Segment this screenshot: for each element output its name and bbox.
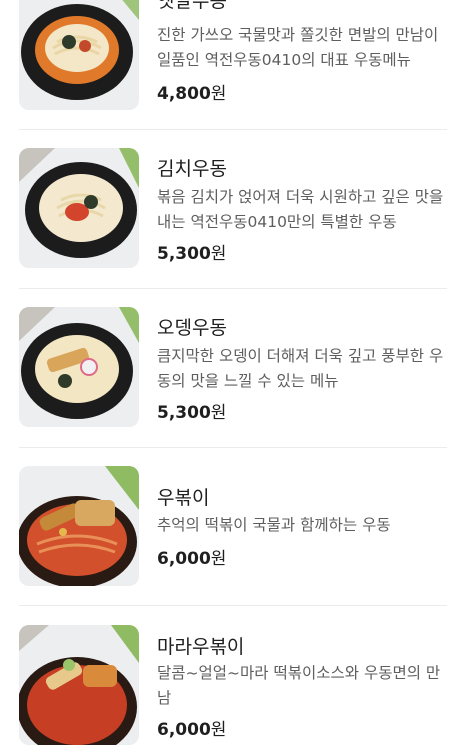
menu-item-price-value: 5,300 <box>157 403 211 423</box>
menu-item-photo[interactable] <box>19 625 139 745</box>
menu-item-price-currency: 원 <box>210 720 227 740</box>
menu-item-name: 우볶이 <box>157 487 210 509</box>
menu-item[interactable]: 옛날우동 진한 가쓰오 국물맛과 쫄깃한 면발의 만남이 일품인 역전우동041… <box>0 0 466 120</box>
menu-item-photo[interactable] <box>19 466 139 586</box>
menu-item-price-value: 6,000 <box>157 720 211 740</box>
divider <box>19 288 447 289</box>
menu-item-description: 큼지막한 오뎅이 더해져 더욱 깊고 풍부한 우동의 맛을 느낄 수 있는 메뉴 <box>157 347 444 390</box>
menu-item-name: 옛날우동 <box>157 0 227 12</box>
menu-item-price-currency: 원 <box>210 84 227 104</box>
menu-item-price: 5,300원 <box>157 398 226 423</box>
menu-item-photo[interactable] <box>19 0 139 110</box>
menu-item-description: 추억의 떡볶이 국물과 함께하는 우동 <box>157 516 391 534</box>
menu-item-price-value: 6,000 <box>157 549 211 569</box>
menu-item-name: 김치우동 <box>157 158 227 180</box>
divider <box>19 129 447 130</box>
menu-item-price-currency: 원 <box>210 244 227 264</box>
menu-item-name: 오뎅우동 <box>157 317 227 339</box>
menu-item[interactable]: 오뎅우동 큼지막한 오뎅이 더해져 더욱 깊고 풍부한 우동의 맛을 느낄 수 … <box>0 307 466 437</box>
menu-item-description: 진한 가쓰오 국물맛과 쫄깃한 면발의 만남이 일품인 역전우동0410의 대표… <box>157 26 439 69</box>
divider <box>19 447 447 448</box>
menu-item[interactable]: 우볶이 추억의 떡볶이 국물과 함께하는 우동 6,000원 <box>0 466 466 596</box>
menu-item-price: 5,300원 <box>157 239 226 264</box>
menu-item-price-value: 5,300 <box>157 244 211 264</box>
menu-item-price: 4,800원 <box>157 79 226 104</box>
menu-item[interactable]: 김치우동 볶음 김치가 얹어져 더욱 시원하고 깊은 맛을 내는 역전우동041… <box>0 148 466 278</box>
menu-item-description: 볶음 김치가 얹어져 더욱 시원하고 깊은 맛을 내는 역전우동0410만의 특… <box>157 188 444 231</box>
menu-item-price-currency: 원 <box>210 549 227 569</box>
menu-item-price-value: 4,800 <box>157 84 211 104</box>
menu-item-name: 마라우볶이 <box>157 636 245 658</box>
menu-item-photo[interactable] <box>19 307 139 427</box>
divider <box>19 605 447 606</box>
menu-item-photo[interactable] <box>19 148 139 268</box>
menu-item-price: 6,000원 <box>157 715 226 740</box>
menu-item-price: 6,000원 <box>157 544 226 569</box>
menu-item[interactable]: 마라우볶이 달콤~얼얼~마라 떡볶이소스와 우동면의 만남 6,000원 <box>0 625 466 755</box>
menu-item-price-currency: 원 <box>210 403 227 423</box>
menu-item-description: 달콤~얼얼~마라 떡볶이소스와 우동면의 만남 <box>157 664 441 707</box>
